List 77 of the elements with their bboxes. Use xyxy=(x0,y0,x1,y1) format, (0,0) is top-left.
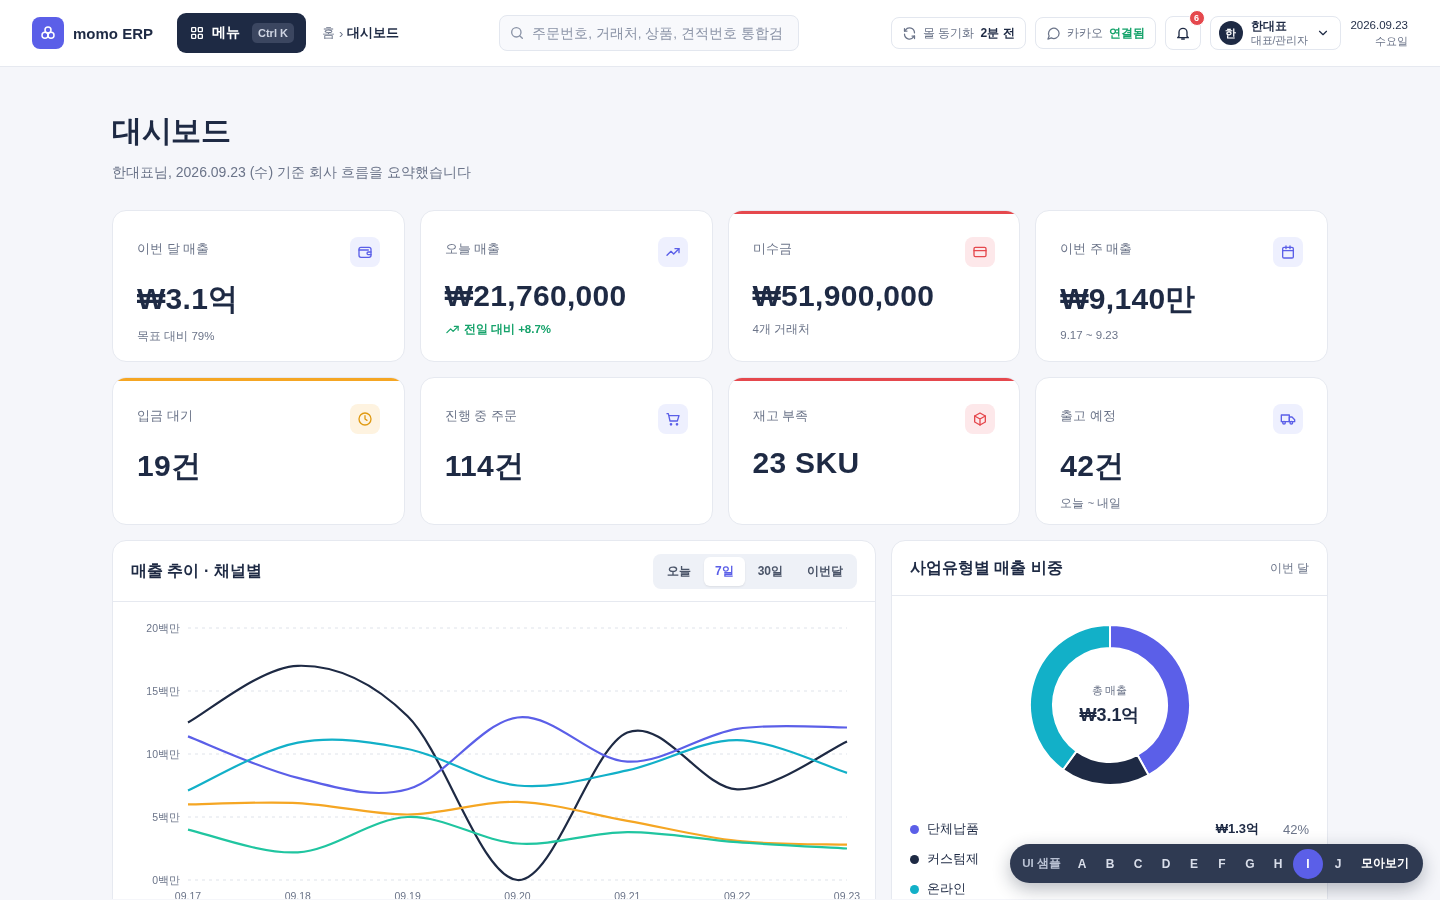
total-value: ₩3.1억 xyxy=(1079,703,1140,727)
legend-value: ₩1.3억 xyxy=(1214,820,1259,838)
current-date: 2026.09.23 xyxy=(1350,18,1408,34)
kakao-button[interactable]: 카카오 연결됨 xyxy=(1034,17,1156,49)
period-label: 이번 달 xyxy=(1269,560,1309,576)
user-avatar: 한 xyxy=(1218,21,1243,45)
range-tab[interactable]: 이번달 xyxy=(796,556,854,586)
grid-icon xyxy=(189,25,205,41)
brand-name: momo ERP xyxy=(73,24,153,42)
kpi-label: 재고 부족 xyxy=(752,407,809,425)
kpi-value: ₩9,140만 xyxy=(1060,281,1197,317)
menu-button[interactable]: 메뉴 Ctrl K xyxy=(177,13,306,53)
sample-button[interactable]: A xyxy=(1069,850,1095,877)
kpi-label: 이번 달 매출 xyxy=(137,240,210,258)
kpi-value: ₩51,900,000 xyxy=(752,279,936,313)
kpi-note: 9.17 ~ 9.23 xyxy=(1060,329,1120,341)
kpi-value: 23 SKU xyxy=(752,446,861,480)
kpi-value: ₩21,760,000 xyxy=(444,279,628,313)
range-tab[interactable]: 30일 xyxy=(746,556,794,586)
kpi-value: 42건 xyxy=(1060,448,1126,484)
sample-button[interactable]: D xyxy=(1153,850,1179,877)
sample-button[interactable]: F xyxy=(1209,850,1235,877)
breadcrumb-link[interactable]: 홈 xyxy=(321,24,335,42)
legend-label: 온라인 xyxy=(927,880,966,898)
sample-button[interactable]: B xyxy=(1097,850,1123,877)
breadcrumb-current: 대시보드 xyxy=(347,24,400,42)
bell-icon xyxy=(1174,25,1191,41)
kpi-note: 4개 거래처 xyxy=(752,322,812,337)
search-icon xyxy=(509,25,526,41)
panel-title: 매출 추이 · 채널별 xyxy=(131,560,262,581)
sample-button[interactable]: E xyxy=(1181,850,1207,877)
logo-icon[interactable] xyxy=(32,17,64,49)
notifications-button[interactable] xyxy=(1164,16,1201,50)
axis-tick-label: 5백만 xyxy=(152,811,180,823)
legend-share: 42% xyxy=(1281,821,1309,837)
sample-button[interactable]: I xyxy=(1293,848,1323,879)
total-label: 총 매출 xyxy=(1091,683,1128,698)
weekday: 수요일 xyxy=(1375,33,1408,48)
sync-icon xyxy=(902,25,918,41)
legend-label: 커스텀제 xyxy=(927,850,979,868)
user-role: 대표/관리자 xyxy=(1250,33,1309,47)
user-name: 한대표 xyxy=(1250,19,1287,34)
axis-tick-label: 0백만 xyxy=(152,874,180,886)
legend-label: 단체납품 xyxy=(927,820,979,838)
kpi-label: 출고 예정 xyxy=(1060,407,1116,425)
kpi-label: 오늘 매출 xyxy=(444,240,501,258)
kpi-value: 114건 xyxy=(444,448,526,484)
sample-button[interactable]: G xyxy=(1237,850,1263,877)
search-field[interactable]: 주문번호, 거래처, 상품, 견적번호 통합검 xyxy=(499,15,800,51)
bar-label: UI 샘플 xyxy=(1022,856,1061,871)
panel-title: 사업유형별 매출 비중 xyxy=(910,557,1063,578)
sample-button[interactable]: C xyxy=(1125,850,1151,877)
range-tab[interactable]: 오늘 xyxy=(655,556,702,586)
kpi-label: 입금 대기 xyxy=(137,407,193,425)
sample-button[interactable]: J xyxy=(1325,850,1351,877)
range-tab[interactable]: 7일 xyxy=(703,556,745,586)
axis-tick-label: 10백만 xyxy=(146,748,180,760)
user-menu[interactable]: 한 한대표 대표/관리자 xyxy=(1209,16,1342,50)
kpi-label: 이번 주 매출 xyxy=(1060,240,1133,258)
kpi-label: 미수금 xyxy=(752,240,792,258)
sample-button[interactable]: H xyxy=(1265,850,1291,877)
view-all-button[interactable]: 모아보기 xyxy=(1361,855,1409,872)
kpi-label: 진행 중 주문 xyxy=(444,407,517,425)
page-title: 대시보드 xyxy=(112,113,231,149)
notification-badge: 6 xyxy=(1188,10,1205,26)
kpi-value: ₩3.1억 xyxy=(137,281,240,317)
shortcut-badge: Ctrl K xyxy=(252,23,294,43)
kpi-note: 목표 대비 79% xyxy=(137,329,216,344)
kpi-value: 19건 xyxy=(137,448,203,484)
sync-button[interactable]: 몰 동기화 2분 전 xyxy=(891,17,1026,49)
axis-tick-label: 20백만 xyxy=(146,622,180,634)
kpi-note: 오늘 ~ 내일 xyxy=(1060,496,1123,511)
chat-icon xyxy=(1045,25,1061,41)
breadcrumb-separator: › xyxy=(338,25,344,41)
kpi-change: 전일 대비 +8.7% xyxy=(463,322,552,337)
axis-tick-label: 15백만 xyxy=(146,685,180,697)
page-subtitle: 한대표님, 2026.09.23 (수) 기준 회사 흐름을 요약했습니다 xyxy=(112,164,472,182)
